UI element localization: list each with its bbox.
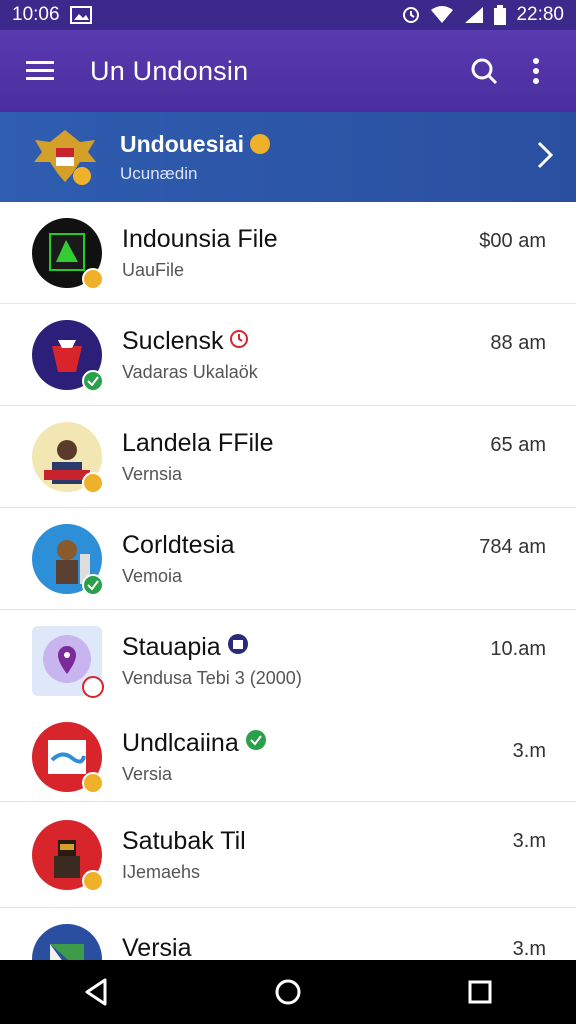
verified-check-icon [245,729,267,758]
item-time: $00 am [479,230,546,252]
item-subtitle: IJemaehs [122,861,201,882]
item-title: Stauapia [122,633,490,662]
chat-list: Indounsia File UauFile $00 am Suclensk V… [0,202,576,1010]
search-icon[interactable] [462,49,506,93]
signal-icon [464,6,484,24]
item-time: 3.m [512,830,546,852]
item-title: Suclensk [122,327,490,356]
item-title: Landela FFile [122,428,274,457]
item-subtitle: Vadaras Ukalaök [122,361,258,382]
item-time: 3.m [512,938,546,960]
verified-badge-icon [249,134,270,154]
more-vert-icon[interactable] [514,49,558,93]
item-time: 88 am [490,332,546,354]
list-item[interactable]: Landela FFile Vernsia 65 am [0,406,576,508]
chevron-right-icon[interactable] [536,141,554,174]
list-item[interactable]: Indounsia File UauFile $00 am [0,202,576,304]
item-title: Versia [122,934,192,962]
app-title: Un Undonsin [90,55,249,86]
item-title: Indounsia File [122,224,278,253]
item-subtitle: UauFile [122,259,185,280]
item-time: 784 am [479,536,546,558]
pin-badge-icon [82,676,104,698]
list-item[interactable]: Undlcaiina Versia 3.m [0,712,576,802]
battery-icon [494,5,507,25]
item-time: 3.m [512,740,546,762]
status-time-left: 10:06 [12,4,60,25]
item-time: 65 am [490,434,546,456]
item-time: 10.am [490,638,546,660]
banner-title: Undouesiai [120,131,536,158]
item-subtitle: Vendusa Tebi 3 (2000) [122,668,302,688]
list-item[interactable]: Satubak Til IJemaehs 3.m [0,802,576,908]
navigation-bar [0,960,576,1024]
wifi-icon [430,6,454,24]
image-icon [69,6,92,24]
status-badge-icon [82,771,104,794]
item-title: Corldtesia [122,530,235,559]
status-badge-icon [82,869,104,892]
status-bar: 10:06 22:80 [0,0,576,30]
check-badge-icon [82,573,104,596]
garuda-emblem-icon [30,122,100,192]
recents-icon[interactable] [450,962,510,1022]
featured-banner[interactable]: Undouesiai Ucunædin [0,112,576,202]
item-title: Undlcaiina [122,729,513,758]
item-subtitle: Versia [122,763,173,784]
status-time-right: 22:80 [516,4,564,25]
back-icon[interactable] [66,962,126,1022]
calendar-badge-icon [227,633,249,662]
list-item[interactable]: Stauapia Vendusa Tebi 3 (2000) 10.am [0,610,576,712]
item-subtitle: Vemoia [122,565,183,586]
home-icon[interactable] [258,962,318,1022]
status-badge-icon [82,267,104,290]
check-badge-icon [82,369,104,392]
alarm-icon [402,6,420,24]
item-title: Satubak Til [122,826,246,855]
status-badge-icon [82,471,104,494]
list-item[interactable]: Suclensk Vadaras Ukalaök 88 am [0,304,576,406]
list-item[interactable]: Corldtesia Vemoia 784 am [0,508,576,610]
banner-subtitle: Ucunædin [120,163,198,183]
item-subtitle: Vernsia [122,463,183,484]
app-bar: Un Undonsin [0,30,576,112]
clock-badge-icon [229,327,249,356]
menu-icon[interactable] [18,49,62,93]
